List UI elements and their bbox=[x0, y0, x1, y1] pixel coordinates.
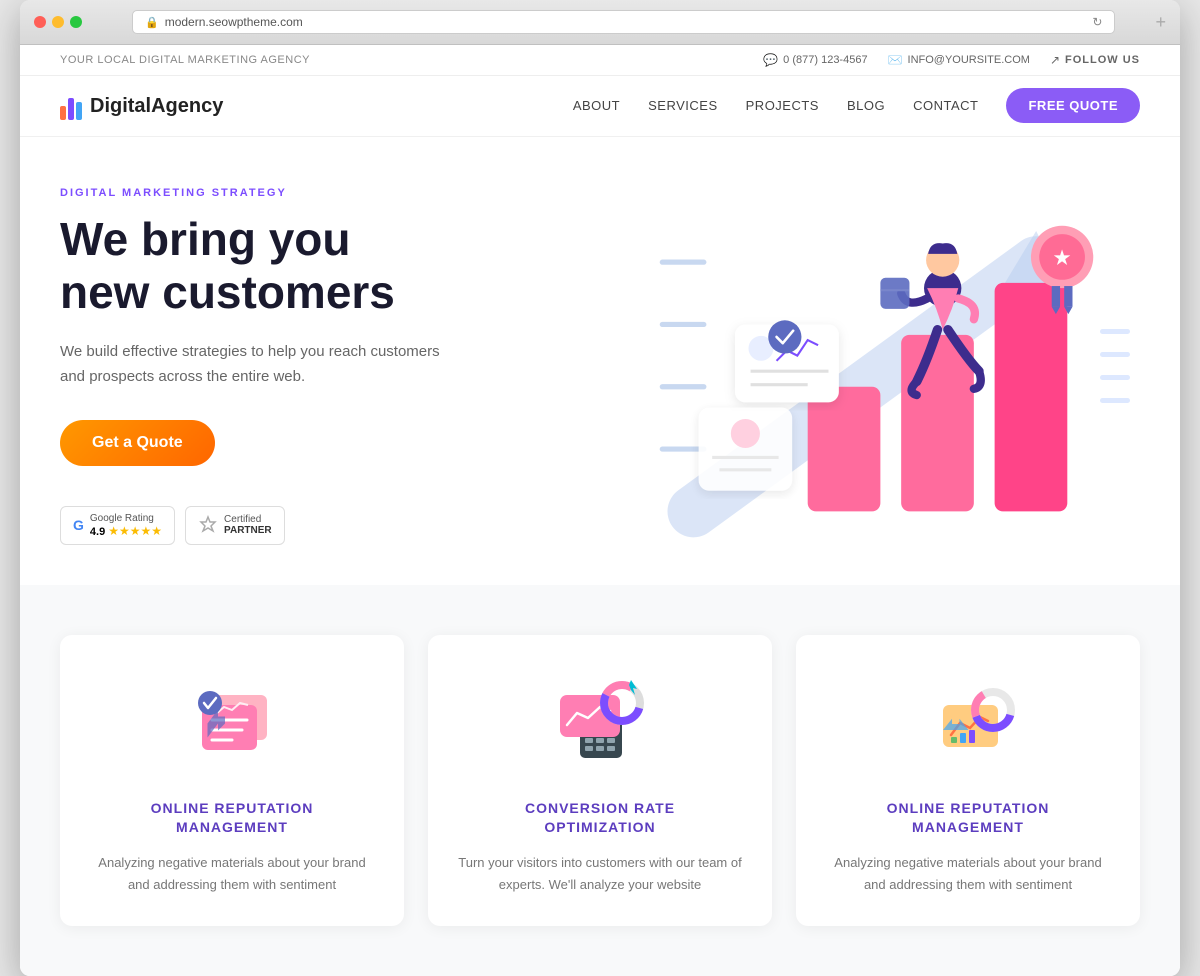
rating-row: 4.9 ★★★★★ bbox=[90, 524, 162, 538]
service-desc-1: Analyzing negative materials about your … bbox=[90, 852, 374, 896]
share-icon: ↗ bbox=[1050, 53, 1060, 67]
logo-bar-3 bbox=[76, 102, 82, 120]
browser-content: YOUR LOCAL DIGITAL MARKETING AGENCY 💬 0 … bbox=[20, 45, 1180, 976]
browser-window: 🔒 modern.seowptheme.com ↻ + YOUR LOCAL D… bbox=[20, 0, 1180, 976]
logo[interactable]: DigitalAgency bbox=[60, 92, 223, 120]
nav-item-projects[interactable]: PROJECTS bbox=[746, 97, 819, 115]
nav-item-services[interactable]: SERVICES bbox=[648, 97, 718, 115]
logo-icon bbox=[60, 92, 82, 120]
rating-info: Google Rating 4.9 ★★★★★ bbox=[90, 513, 162, 538]
service-icon-2 bbox=[550, 675, 650, 775]
certified-sub: PARTNER bbox=[224, 525, 272, 536]
window-controls bbox=[34, 16, 82, 28]
email-address: INFO@YOURSITE.COM bbox=[908, 54, 1030, 66]
services-section: ONLINE REPUTATIONMANAGEMENT Analyzing ne… bbox=[20, 585, 1180, 976]
phone-number: 0 (877) 123-4567 bbox=[783, 54, 867, 66]
nav-cta-button[interactable]: FREE QUOTE bbox=[1006, 88, 1140, 123]
url-text: modern.seowptheme.com bbox=[165, 15, 303, 29]
browser-titlebar: 🔒 modern.seowptheme.com ↻ + bbox=[20, 0, 1180, 45]
hero-content: DIGITAL MARKETING STRATEGY We bring you … bbox=[60, 187, 540, 545]
address-bar[interactable]: 🔒 modern.seowptheme.com ↻ bbox=[132, 10, 1115, 34]
nav-link-about[interactable]: ABOUT bbox=[573, 98, 620, 113]
service-desc-3: Analyzing negative materials about your … bbox=[826, 852, 1110, 896]
nav-link-projects[interactable]: PROJECTS bbox=[746, 98, 819, 113]
logo-bar-1 bbox=[60, 106, 66, 120]
hero-illustration: ★ bbox=[540, 196, 1140, 536]
hero-title-line1: We bring you bbox=[60, 213, 351, 265]
service-title-2: CONVERSION RATEOPTIMIZATION bbox=[458, 799, 742, 838]
nav-item-about[interactable]: ABOUT bbox=[573, 97, 620, 115]
lock-icon: 🔒 bbox=[145, 16, 159, 29]
hero-description: We build effective strategies to help yo… bbox=[60, 339, 460, 390]
hero-title-line2: new customers bbox=[60, 266, 395, 318]
service-title-1: ONLINE REPUTATIONMANAGEMENT bbox=[90, 799, 374, 838]
badge-container: G Google Rating 4.9 ★★★★★ bbox=[60, 506, 540, 545]
minimize-button[interactable] bbox=[52, 16, 64, 28]
chat-icon: 💬 bbox=[763, 53, 778, 67]
service-card-2: CONVERSION RATEOPTIMIZATION Turn your vi… bbox=[428, 635, 772, 926]
phone-item: 💬 0 (877) 123-4567 bbox=[763, 53, 867, 67]
add-tab-button[interactable]: + bbox=[1155, 12, 1166, 33]
refresh-button[interactable]: ↻ bbox=[1092, 15, 1102, 29]
nav-link-services[interactable]: SERVICES bbox=[648, 98, 718, 113]
follow-label: FOLLOW US bbox=[1065, 54, 1140, 66]
hero-title: We bring you new customers bbox=[60, 213, 540, 319]
google-rating-badge: G Google Rating 4.9 ★★★★★ bbox=[60, 506, 175, 545]
certified-icon bbox=[198, 515, 218, 535]
hero-svg-illustration: ★ bbox=[600, 176, 1140, 556]
certified-label: Certified bbox=[224, 514, 272, 525]
main-nav: DigitalAgency ABOUT SERVICES PROJECTS BL… bbox=[20, 76, 1180, 137]
maximize-button[interactable] bbox=[70, 16, 82, 28]
nav-link-blog[interactable]: BLOG bbox=[847, 98, 885, 113]
service-icon-1 bbox=[182, 675, 282, 775]
logo-bar-2 bbox=[68, 98, 74, 120]
service-card-1: ONLINE REPUTATIONMANAGEMENT Analyzing ne… bbox=[60, 635, 404, 926]
nav-item-contact[interactable]: CONTACT bbox=[913, 97, 978, 115]
stars-icon: ★★★★★ bbox=[108, 524, 162, 538]
follow-item[interactable]: ↗ FOLLOW US bbox=[1050, 53, 1140, 67]
service-desc-2: Turn your visitors into customers with o… bbox=[458, 852, 742, 896]
nav-item-blog[interactable]: BLOG bbox=[847, 97, 885, 115]
logo-text: DigitalAgency bbox=[90, 95, 223, 118]
hero-subtitle: DIGITAL MARKETING STRATEGY bbox=[60, 187, 540, 199]
svg-text:★: ★ bbox=[1054, 247, 1071, 268]
hero-section: DIGITAL MARKETING STRATEGY We bring you … bbox=[20, 137, 1180, 585]
service-card-3: ONLINE REPUTATIONMANAGEMENT Analyzing ne… bbox=[796, 635, 1140, 926]
close-button[interactable] bbox=[34, 16, 46, 28]
service-icon-3 bbox=[918, 675, 1018, 775]
top-bar: YOUR LOCAL DIGITAL MARKETING AGENCY 💬 0 … bbox=[20, 45, 1180, 76]
agency-label: YOUR LOCAL DIGITAL MARKETING AGENCY bbox=[60, 54, 310, 66]
nav-links: ABOUT SERVICES PROJECTS BLOG CONTACT FRE… bbox=[573, 97, 1140, 115]
hero-cta-button[interactable]: Get a Quote bbox=[60, 420, 215, 466]
nav-item-cta[interactable]: FREE QUOTE bbox=[1006, 97, 1140, 115]
rating-label: Google Rating bbox=[90, 513, 162, 524]
certified-info: Certified PARTNER bbox=[224, 514, 272, 536]
email-icon: ✉️ bbox=[888, 53, 903, 67]
nav-link-contact[interactable]: CONTACT bbox=[913, 98, 978, 113]
top-bar-right: 💬 0 (877) 123-4567 ✉️ INFO@YOURSITE.COM … bbox=[763, 53, 1140, 67]
certified-badge: Certified PARTNER bbox=[185, 506, 285, 545]
google-g-icon: G bbox=[73, 517, 84, 533]
email-item: ✉️ INFO@YOURSITE.COM bbox=[888, 53, 1030, 67]
rating-score: 4.9 bbox=[90, 526, 105, 538]
service-title-3: ONLINE REPUTATIONMANAGEMENT bbox=[826, 799, 1110, 838]
